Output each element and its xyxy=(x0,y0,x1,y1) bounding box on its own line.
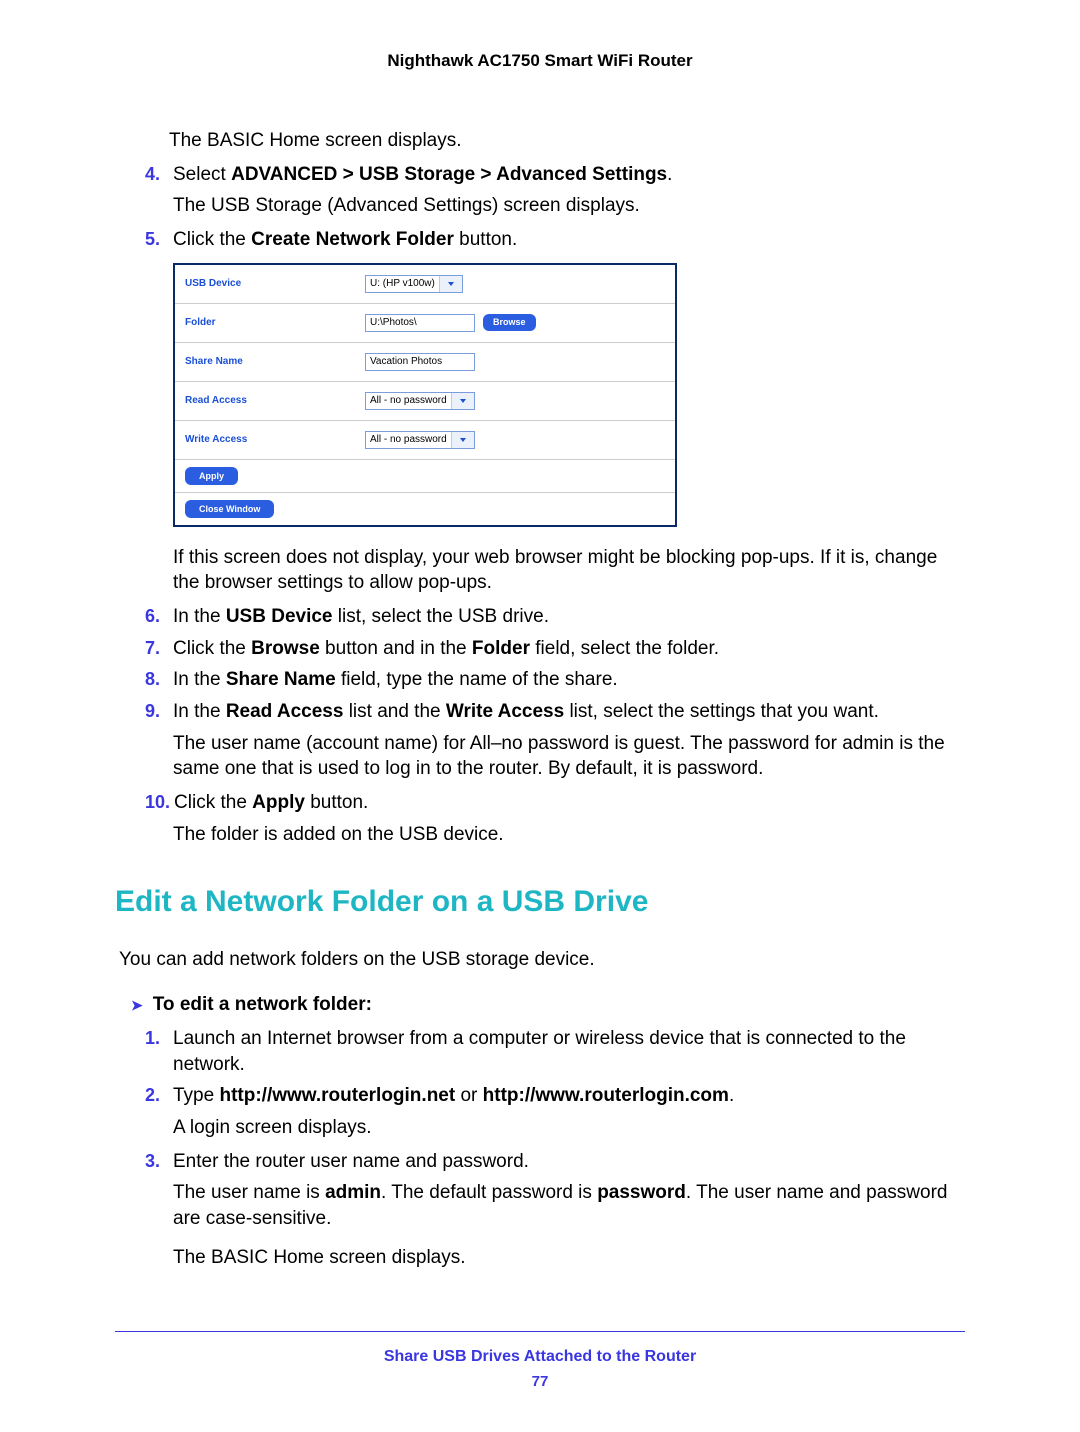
step-number: 5. xyxy=(145,227,169,253)
step-number: 8. xyxy=(145,667,169,693)
row-read-access: Read Access All - no password xyxy=(175,382,675,421)
step-text: Click the Apply button. xyxy=(174,790,965,816)
step-number: 6. xyxy=(145,604,169,630)
step-9-sub: The user name (account name) for All–no … xyxy=(173,731,965,782)
step-number: 3. xyxy=(145,1149,169,1175)
edit-step-3-sub1: The user name is admin. The default pass… xyxy=(173,1180,965,1231)
edit-step-3-sub2: The BASIC Home screen displays. xyxy=(173,1245,965,1271)
edit-step-3: 3. Enter the router user name and passwo… xyxy=(145,1149,965,1175)
step-4: 4. Select ADVANCED > USB Storage > Advan… xyxy=(145,162,965,188)
chevron-down-icon xyxy=(451,432,474,448)
step-7: 7. Click the Browse button and in the Fo… xyxy=(145,636,965,662)
step-text: Launch an Internet browser from a comput… xyxy=(173,1026,965,1077)
step-number: 1. xyxy=(145,1026,169,1077)
create-network-folder-dialog: USB Device U: (HP v100w) Folder U:\Photo… xyxy=(173,263,677,527)
row-apply: Apply xyxy=(175,460,675,493)
step-number: 9. xyxy=(145,699,169,725)
step-text: In the USB Device list, select the USB d… xyxy=(173,604,965,630)
footer-separator xyxy=(115,1331,965,1332)
step-number: 4. xyxy=(145,162,169,188)
step-9: 9. In the Read Access list and the Write… xyxy=(145,699,965,725)
label-share-name: Share Name xyxy=(175,355,365,369)
label-write-access: Write Access xyxy=(175,433,365,447)
label-usb-device: USB Device xyxy=(175,277,365,291)
step-4-sub: The USB Storage (Advanced Settings) scre… xyxy=(173,193,965,219)
label-read-access: Read Access xyxy=(175,394,365,408)
chevron-down-icon xyxy=(439,276,462,292)
edit-step-2: 2. Type http://www.routerlogin.net or ht… xyxy=(145,1083,965,1109)
step-10-sub: The folder is added on the USB device. xyxy=(173,822,965,848)
doc-header: Nighthawk AC1750 Smart WiFi Router xyxy=(115,50,965,73)
share-name-input[interactable]: Vacation Photos xyxy=(365,353,475,371)
usb-device-select[interactable]: U: (HP v100w) xyxy=(365,275,463,293)
write-access-select[interactable]: All - no password xyxy=(365,431,475,449)
step-10: 10. Click the Apply button. xyxy=(145,790,965,816)
arrow-icon: ➤ xyxy=(131,996,143,1015)
footer-section: Share USB Drives Attached to the Router xyxy=(115,1346,965,1368)
row-usb-device: USB Device U: (HP v100w) xyxy=(175,265,675,304)
heading-paragraph: You can add network folders on the USB s… xyxy=(119,947,965,973)
dialog-screenshot: USB Device U: (HP v100w) Folder U:\Photo… xyxy=(173,263,965,527)
intro-text: The BASIC Home screen displays. xyxy=(169,128,965,154)
step-number: 7. xyxy=(145,636,169,662)
step-text: In the Share Name field, type the name o… xyxy=(173,667,965,693)
popup-note: If this screen does not display, your we… xyxy=(173,545,965,596)
step-text: Click the Create Network Folder button. xyxy=(173,227,965,253)
procedure-title: ➤ To edit a network folder: xyxy=(131,992,965,1018)
apply-button[interactable]: Apply xyxy=(185,467,238,485)
step-5: 5. Click the Create Network Folder butto… xyxy=(145,227,965,253)
step-text: Type http://www.routerlogin.net or http:… xyxy=(173,1083,965,1109)
section-heading: Edit a Network Folder on a USB Drive xyxy=(115,882,965,923)
step-number: 10. xyxy=(145,790,170,816)
folder-input[interactable]: U:\Photos\ xyxy=(365,314,475,332)
read-access-select[interactable]: All - no password xyxy=(365,392,475,410)
step-number: 2. xyxy=(145,1083,169,1109)
step-text: Enter the router user name and password. xyxy=(173,1149,965,1175)
procedure-title-text: To edit a network folder: xyxy=(153,992,372,1018)
step-text: Select ADVANCED > USB Storage > Advanced… xyxy=(173,162,965,188)
row-close: Close Window xyxy=(175,493,675,525)
chevron-down-icon xyxy=(451,393,474,409)
step-text: In the Read Access list and the Write Ac… xyxy=(173,699,965,725)
label-folder: Folder xyxy=(175,316,365,330)
edit-step-1: 1. Launch an Internet browser from a com… xyxy=(145,1026,965,1077)
row-share-name: Share Name Vacation Photos xyxy=(175,343,675,382)
close-window-button[interactable]: Close Window xyxy=(185,500,274,518)
page: Nighthawk AC1750 Smart WiFi Router The B… xyxy=(0,0,1080,1432)
row-folder: Folder U:\Photos\ Browse xyxy=(175,304,675,343)
edit-step-2-sub: A login screen displays. xyxy=(173,1115,965,1141)
step-6: 6. In the USB Device list, select the US… xyxy=(145,604,965,630)
step-8: 8. In the Share Name field, type the nam… xyxy=(145,667,965,693)
step-text: Click the Browse button and in the Folde… xyxy=(173,636,965,662)
footer-page-number: 77 xyxy=(115,1372,965,1392)
browse-button[interactable]: Browse xyxy=(483,314,536,330)
row-write-access: Write Access All - no password xyxy=(175,421,675,460)
